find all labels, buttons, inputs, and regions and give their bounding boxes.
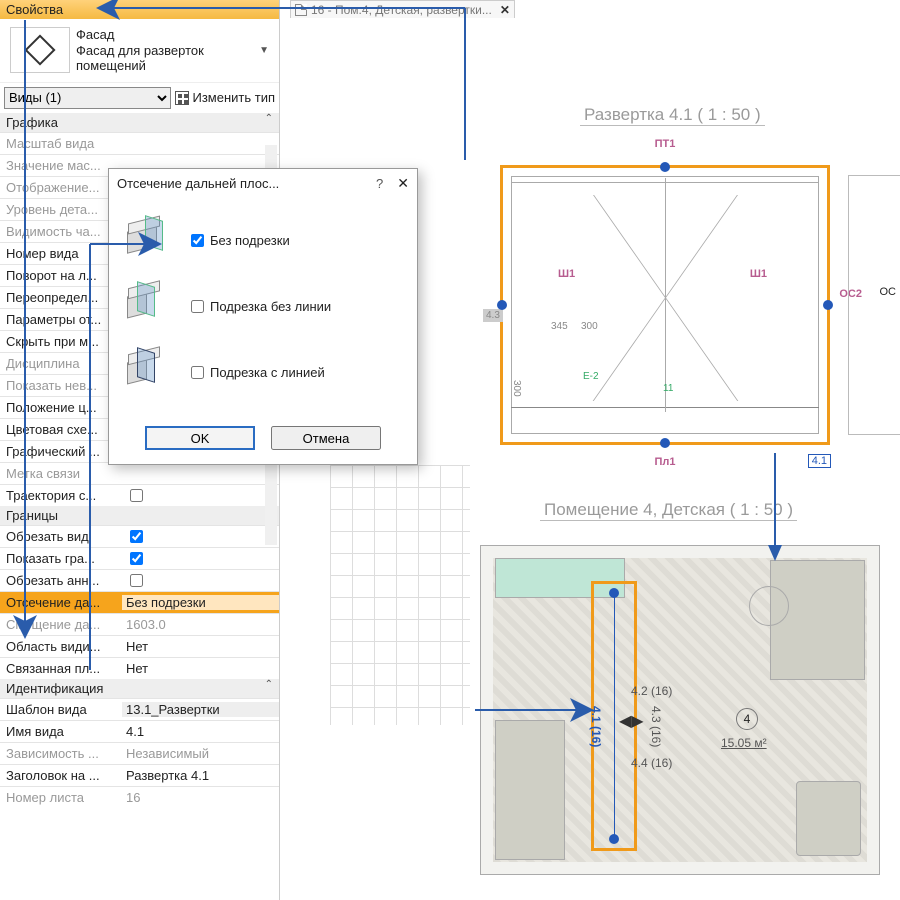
room-badge: 4 <box>736 708 758 730</box>
trajectory-checkbox[interactable] <box>130 489 143 502</box>
dim-345: 345 <box>551 321 568 332</box>
crop-view-checkbox[interactable] <box>130 530 143 543</box>
label-pt1: ПТ1 <box>655 138 676 150</box>
document-icon <box>295 4 307 16</box>
label-v42: 4.2 (16) <box>631 684 672 698</box>
clip-noline-icon <box>123 286 169 326</box>
option-no-clip[interactable]: Без подрезки <box>123 220 403 260</box>
label-pl1: Пл1 <box>654 456 675 468</box>
views-filter-select[interactable]: Виды (1) <box>4 87 171 109</box>
close-dialog-icon[interactable]: ✕ <box>397 175 409 192</box>
elevation-view[interactable]: ПТ1 Пл1 Ш1 Ш1 ОС2 345 300 300 11 E-2 4.3… <box>500 165 830 445</box>
camera-glyph[interactable]: ◀▶ <box>619 711 644 731</box>
crop-handle[interactable] <box>823 300 833 310</box>
elev-detail-41[interactable]: 4.1 <box>808 454 831 468</box>
neighbor-elevation: ОС <box>848 175 900 435</box>
type-line2: Фасад для разверток <box>76 43 253 59</box>
cancel-button[interactable]: Отмена <box>271 426 381 450</box>
type-selector[interactable]: Фасад Фасад для разверток помещений ▼ <box>0 19 279 83</box>
dialog-title: Отсечение дальней плос... <box>117 176 362 191</box>
room-area: 15.05 м² <box>721 736 767 750</box>
plan-view[interactable]: ◀▶ 4.2 (16) 4.3 (16) 4.4 (16) 4.1 (16) 4… <box>480 545 880 875</box>
group-graphics[interactable]: Графика⌃ <box>0 113 279 132</box>
no-clip-icon <box>123 220 169 260</box>
group-ident[interactable]: Идентификация⌃ <box>0 679 279 698</box>
label-sh1: Ш1 <box>558 268 575 280</box>
label-v43: 4.3 (16) <box>649 706 663 747</box>
clip-line-checkbox[interactable] <box>191 366 204 379</box>
option-clip-noline[interactable]: Подрезка без линии <box>123 286 403 326</box>
properties-header: Свойства <box>0 0 279 19</box>
elevation-title: Развертка 4.1 ( 1 : 50 ) <box>580 105 765 126</box>
crop-handle[interactable] <box>660 438 670 448</box>
crop-handle[interactable] <box>660 162 670 172</box>
far-clip-row[interactable]: Отсечение да...Без подрезки <box>0 591 279 613</box>
sheet-grid <box>330 465 470 725</box>
plan-title: Помещение 4, Детская ( 1 : 50 ) <box>540 500 797 521</box>
far-clip-dialog: Отсечение дальней плос... ? ✕ Без подрез… <box>108 168 418 465</box>
label-11: 11 <box>663 383 673 394</box>
crop-handle[interactable] <box>497 300 507 310</box>
extent-handle[interactable] <box>609 834 619 844</box>
extent-handle[interactable] <box>609 588 619 598</box>
label-sh1b: Ш1 <box>750 268 767 280</box>
arrow-elev-to-plan <box>760 453 790 566</box>
dim-300b: 300 <box>511 380 522 397</box>
dim-300: 300 <box>581 321 598 332</box>
label-e2: E-2 <box>583 371 599 382</box>
group-bounds[interactable]: Границы⌃ <box>0 506 279 525</box>
help-icon[interactable]: ? <box>376 176 383 191</box>
show-crop-checkbox[interactable] <box>130 552 143 565</box>
label-v41: 4.1 (16) <box>589 706 603 747</box>
close-tab-icon[interactable]: ✕ <box>500 3 510 17</box>
option-clip-line[interactable]: Подрезка с линией <box>123 352 403 392</box>
edit-type-button[interactable]: Изменить тип <box>175 90 275 105</box>
no-clip-checkbox[interactable] <box>191 234 204 247</box>
document-tab-bar: 16 - Пом.4, Детская, развертки... ✕ <box>280 0 515 18</box>
crop-ann-checkbox[interactable] <box>130 574 143 587</box>
type-line3: помещений <box>76 58 253 74</box>
grid-icon <box>175 91 189 105</box>
label-43: 4.3 <box>483 309 503 322</box>
document-tab[interactable]: 16 - Пом.4, Детская, развертки... ✕ <box>290 0 515 18</box>
document-tab-title: 16 - Пом.4, Детская, развертки... <box>311 3 492 17</box>
chevron-down-icon[interactable]: ▼ <box>253 45 275 56</box>
type-line1: Фасад <box>76 27 253 43</box>
label-v44: 4.4 (16) <box>631 756 672 770</box>
clip-noline-checkbox[interactable] <box>191 300 204 313</box>
clip-line-icon <box>123 352 169 392</box>
elevation-icon <box>10 27 70 73</box>
ok-button[interactable]: OK <box>145 426 255 450</box>
